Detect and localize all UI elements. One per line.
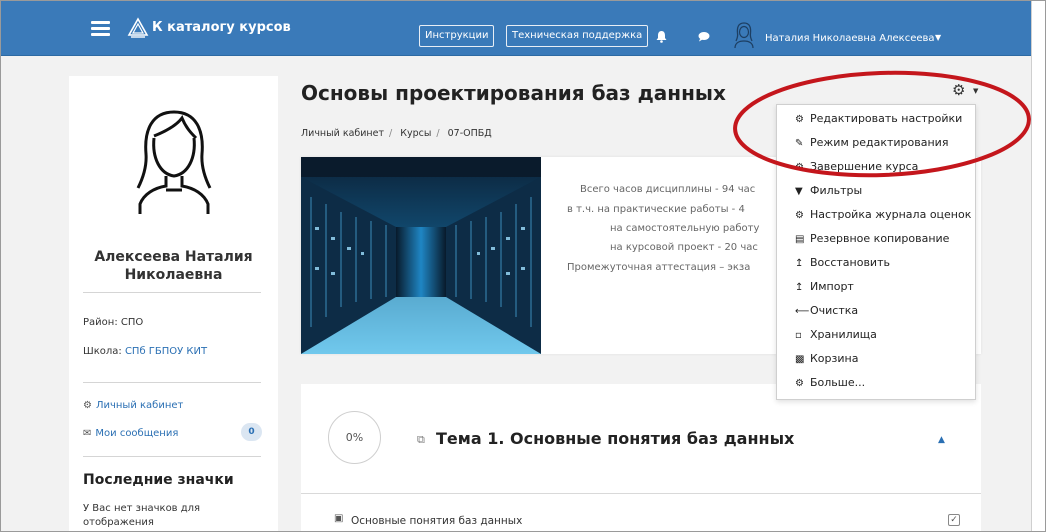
course-title: Основы проектирования баз данных <box>301 81 726 105</box>
logo-icon[interactable] <box>127 17 149 39</box>
trash-icon: ▩ <box>795 354 805 365</box>
breadcrumb-current[interactable]: 07-ОПБД <box>448 128 492 139</box>
menu-item-import[interactable]: ↥ Импорт <box>795 277 854 297</box>
messages-link-label: Мои сообщения <box>95 428 179 439</box>
profile-avatar-icon <box>136 110 212 214</box>
dashboard-link[interactable]: ⚙ Личный кабинет <box>83 400 183 411</box>
course-desc-line-1: Всего часов дисциплины - 94 час <box>580 184 756 195</box>
cog-icon: ⚙ <box>795 210 804 221</box>
upload-icon: ↥ <box>795 258 804 269</box>
profile-name: Алексеева Наталия Николаевна <box>94 249 253 283</box>
envelope-icon: ✉ <box>83 428 92 439</box>
school-link[interactable]: СПб ГБПОУ КИТ <box>125 346 207 357</box>
resource-icon: ▣ <box>334 513 344 524</box>
hamburger-menu-icon[interactable] <box>91 21 110 36</box>
menu-item-gradebook-setup[interactable]: ⚙ Настройка журнала оценок <box>795 205 971 225</box>
menu-item-more[interactable]: ⚙ Больше... <box>795 373 865 393</box>
menu-item-label: Фильтры <box>810 184 863 197</box>
course-desc-line-4: на курсовой проект - 20 час <box>610 242 758 253</box>
course-desc-line-2: в т.ч. на практические работы - 4 <box>567 204 745 215</box>
menu-item-label: Настройка журнала оценок <box>810 208 972 221</box>
dashboard-icon: ⚙ <box>83 400 92 411</box>
user-menu-caret-icon[interactable]: ▼ <box>935 33 941 42</box>
region-line: Район: СПО <box>83 317 143 328</box>
school-line: Школа: СПб ГБПОУ КИТ <box>83 346 207 357</box>
topic-section: 0% ⧉ Тема 1. Основные понятия баз данных… <box>301 384 981 531</box>
course-desc-line-3: на самостоятельную работу <box>610 223 760 234</box>
profile-sidebar: Алексеева Наталия Николаевна Район: СПО … <box>69 76 278 531</box>
breadcrumb-courses[interactable]: Курсы <box>400 128 431 139</box>
messages-link[interactable]: ✉ Мои сообщения <box>83 428 178 439</box>
support-button[interactable]: Техническая поддержка <box>506 25 649 47</box>
menu-item-label: Резервное копирование <box>810 232 950 245</box>
menu-item-label: Восстановить <box>810 256 890 269</box>
completion-checkbox[interactable]: ✓ <box>948 514 960 526</box>
topic-item-link[interactable]: Основные понятия баз данных <box>351 515 522 527</box>
user-menu-name[interactable]: Наталия Николаевна Алексеева <box>765 33 935 44</box>
instructions-button[interactable]: Инструкции <box>419 25 495 47</box>
menu-item-label: Очистка <box>810 304 859 317</box>
menu-item-filters[interactable]: ▼ Фильтры <box>795 181 862 201</box>
topic-progress-circle: 0% <box>328 411 381 464</box>
annotation-ellipse <box>733 70 1031 178</box>
recent-badges-heading: Последние значки <box>83 472 234 488</box>
cog-icon: ⚙ <box>795 378 804 389</box>
region-label: Район: <box>83 317 118 328</box>
top-navbar: К каталогу курсов Инструкции Техническая… <box>1 1 1031 56</box>
user-avatar-icon[interactable] <box>732 21 756 49</box>
menu-item-backup[interactable]: ▤ Резервное копирование <box>795 229 949 249</box>
school-label: Школа: <box>83 346 122 357</box>
backup-icon: ▤ <box>795 234 805 245</box>
region-value: СПО <box>120 317 144 328</box>
page-frame: К каталогу курсов Инструкции Техническая… <box>0 0 1046 532</box>
menu-item-repositories[interactable]: ▫ Хранилища <box>795 325 877 345</box>
filter-icon: ▼ <box>795 186 803 197</box>
storage-icon: ▫ <box>795 330 802 341</box>
topic-title[interactable]: Тема 1. Основные понятия баз данных <box>436 429 794 448</box>
menu-item-recycle-bin[interactable]: ▩ Корзина <box>795 349 858 369</box>
upload-icon: ↥ <box>795 282 804 293</box>
menu-item-label: Импорт <box>810 280 854 293</box>
menu-item-label: Хранилища <box>810 328 877 341</box>
course-desc-line-5: Промежуточная аттестация – экза <box>567 262 751 273</box>
collapse-section-icon[interactable]: ▲ <box>938 435 945 445</box>
arrow-left-icon: ⟵ <box>795 306 810 317</box>
breadcrumb-dashboard[interactable]: Личный кабинет <box>301 128 384 139</box>
breadcrumb: Личный кабинет / Курсы/ 07-ОПБД <box>301 128 492 139</box>
catalog-link[interactable]: К каталогу курсов <box>152 20 291 35</box>
menu-item-restore[interactable]: ↥ Восстановить <box>795 253 890 273</box>
dashboard-link-label: Личный кабинет <box>95 400 184 411</box>
no-badges-text: У Вас нет значков для отображения <box>83 503 201 528</box>
bell-icon[interactable] <box>656 30 667 43</box>
chat-icon[interactable] <box>698 31 710 42</box>
menu-item-label: Больше... <box>810 376 866 389</box>
messages-count-badge: 0 <box>241 423 262 441</box>
topic-copy-icon[interactable]: ⧉ <box>417 433 425 447</box>
course-image <box>301 157 541 354</box>
menu-item-reset[interactable]: ⟵Очистка <box>795 301 858 321</box>
menu-item-label: Корзина <box>810 352 859 365</box>
